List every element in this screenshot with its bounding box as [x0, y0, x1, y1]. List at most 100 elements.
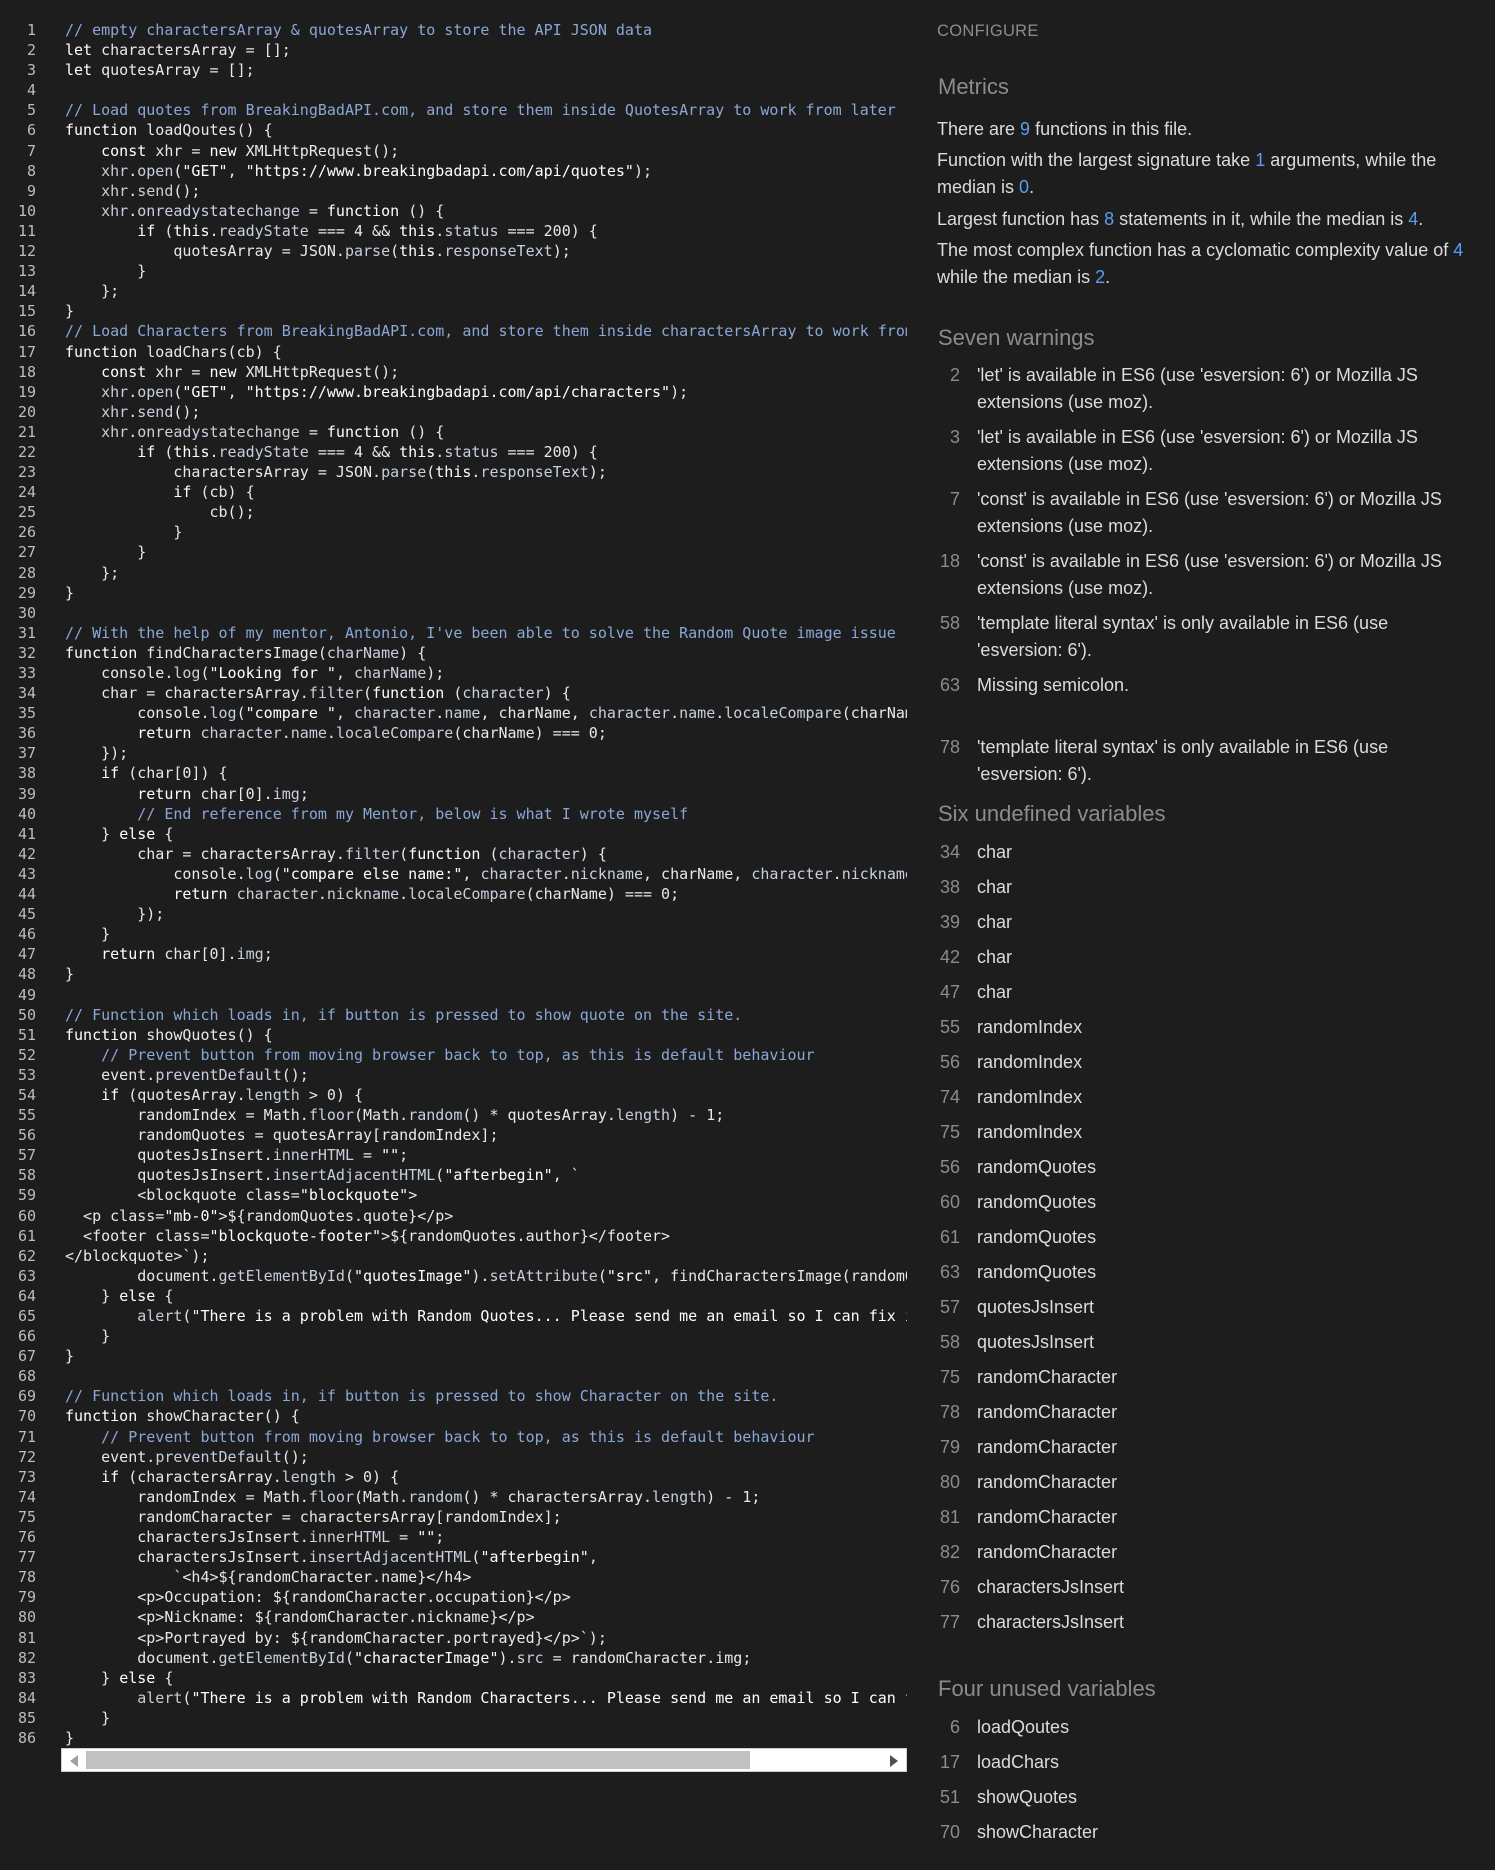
code-line[interactable]: } — [65, 1728, 907, 1748]
code-line[interactable]: } else { — [65, 1668, 907, 1688]
code-line[interactable]: function loadQoutes() { — [65, 120, 907, 140]
code-line[interactable]: </blockquote>`); — [65, 1246, 907, 1266]
row-line-number[interactable]: 3 — [937, 424, 960, 451]
code-line[interactable]: console.log("compare else name:", charac… — [65, 864, 907, 884]
code-line[interactable]: // Prevent button from moving browser ba… — [65, 1427, 907, 1447]
code-line[interactable]: xhr.open("GET", "https://www.breakingbad… — [65, 161, 907, 181]
code-line[interactable]: }; — [65, 563, 907, 583]
code-line[interactable]: cb(); — [65, 502, 907, 522]
row-line-number[interactable]: 47 — [937, 979, 960, 1006]
row-line-number[interactable]: 82 — [937, 1539, 960, 1566]
code-line[interactable]: randomIndex = Math.floor(Math.random() *… — [65, 1105, 907, 1125]
code-line[interactable]: return character.name.localeCompare(char… — [65, 723, 907, 743]
row-line-number[interactable]: 78 — [937, 734, 960, 761]
row-line-number[interactable]: 56 — [937, 1049, 960, 1076]
code-line[interactable]: } — [65, 542, 907, 562]
code-line[interactable]: console.log("compare ", character.name, … — [65, 703, 907, 723]
code-line[interactable]: charactersJsInsert.insertAdjacentHTML("a… — [65, 1547, 907, 1567]
code-line[interactable]: randomCharacter = charactersArray[random… — [65, 1507, 907, 1527]
code-editor[interactable]: 1 2 3 4 5 6 7 8 9 10 11 12 13 14 15 16 17 18 19 20 21 22 23 24 2… — [0, 20, 907, 1770]
row-line-number[interactable]: 63 — [937, 672, 960, 699]
code-line[interactable]: } — [65, 1326, 907, 1346]
code-line[interactable]: // empty charactersArray & quotesArray t… — [65, 20, 907, 40]
row-line-number[interactable]: 18 — [937, 548, 960, 575]
code-line[interactable]: }); — [65, 904, 907, 924]
code-line[interactable]: }; — [65, 281, 907, 301]
code-line[interactable]: event.preventDefault(); — [65, 1065, 907, 1085]
code-line[interactable]: function showQuotes() { — [65, 1025, 907, 1045]
row-line-number[interactable]: 7 — [937, 486, 960, 513]
code-line[interactable]: } — [65, 301, 907, 321]
code-line[interactable]: function loadChars(cb) { — [65, 342, 907, 362]
row-line-number[interactable]: 39 — [937, 909, 960, 936]
row-line-number[interactable]: 77 — [937, 1609, 960, 1636]
code-line[interactable]: // Load Characters from BreakingBadAPI.c… — [65, 321, 907, 341]
code-line[interactable]: } — [65, 583, 907, 603]
code-line[interactable]: char = charactersArray.filter(function (… — [65, 844, 907, 864]
code-line[interactable]: xhr.onreadystatechange = function () { — [65, 422, 907, 442]
code-line[interactable]: if (this.readyState === 4 && this.status… — [65, 221, 907, 241]
code-line[interactable]: // Prevent button from moving browser ba… — [65, 1045, 907, 1065]
configure-link[interactable]: CONFIGURE — [937, 22, 1039, 41]
code-line[interactable]: document.getElementById("characterImage"… — [65, 1648, 907, 1668]
code-line[interactable]: return character.nickname.localeCompare(… — [65, 884, 907, 904]
code-line[interactable]: quotesJsInsert.insertAdjacentHTML("after… — [65, 1165, 907, 1185]
row-line-number[interactable]: 61 — [937, 1224, 960, 1251]
code-line[interactable]: const xhr = new XMLHttpRequest(); — [65, 362, 907, 382]
code-line[interactable]: <p>Occupation: ${randomCharacter.occupat… — [65, 1587, 907, 1607]
row-line-number[interactable]: 63 — [937, 1259, 960, 1286]
row-line-number[interactable]: 81 — [937, 1504, 960, 1531]
code-line[interactable]: if (this.readyState === 4 && this.status… — [65, 442, 907, 462]
row-line-number[interactable]: 17 — [937, 1749, 960, 1776]
code-line[interactable]: // Function which loads in, if button is… — [65, 1005, 907, 1025]
row-line-number[interactable]: 60 — [937, 1189, 960, 1216]
row-line-number[interactable]: 2 — [937, 362, 960, 389]
row-line-number[interactable]: 58 — [937, 610, 960, 637]
code-line[interactable]: <p class="mb-0">${randomQuotes.quote}</p… — [65, 1206, 907, 1226]
code-line[interactable]: event.preventDefault(); — [65, 1447, 907, 1467]
row-line-number[interactable]: 51 — [937, 1784, 960, 1811]
code-line[interactable]: } else { — [65, 1286, 907, 1306]
code-line[interactable]: xhr.send(); — [65, 181, 907, 201]
code-line[interactable]: if (char[0]) { — [65, 763, 907, 783]
code-line[interactable]: // With the help of my mentor, Antonio, … — [65, 623, 907, 643]
scroll-right-arrow-icon[interactable] — [890, 1755, 898, 1767]
code-line[interactable]: } — [65, 261, 907, 281]
code-line[interactable]: console.log("Looking for ", charName); — [65, 663, 907, 683]
code-line[interactable]: const xhr = new XMLHttpRequest(); — [65, 141, 907, 161]
row-line-number[interactable]: 78 — [937, 1399, 960, 1426]
code-line[interactable]: <blockquote class="blockquote"> — [65, 1185, 907, 1205]
row-line-number[interactable]: 58 — [937, 1329, 960, 1356]
code-line[interactable]: quotesArray = JSON.parse(this.responseTe… — [65, 241, 907, 261]
code-line[interactable]: randomIndex = Math.floor(Math.random() *… — [65, 1487, 907, 1507]
scroll-left-arrow-icon[interactable] — [70, 1755, 78, 1767]
code-line[interactable]: document.getElementById("quotesImage").s… — [65, 1266, 907, 1286]
row-line-number[interactable]: 75 — [937, 1364, 960, 1391]
code-line[interactable]: randomQuotes = quotesArray[randomIndex]; — [65, 1125, 907, 1145]
code-line[interactable]: charactersArray = JSON.parse(this.respon… — [65, 462, 907, 482]
row-line-number[interactable]: 70 — [937, 1819, 960, 1846]
code-line[interactable]: char = charactersArray.filter(function (… — [65, 683, 907, 703]
code-line[interactable]: return char[0].img; — [65, 784, 907, 804]
row-line-number[interactable]: 75 — [937, 1119, 960, 1146]
code-line[interactable]: let charactersArray = []; — [65, 40, 907, 60]
scrollbar-thumb[interactable] — [86, 1751, 750, 1769]
code-line[interactable]: // Load quotes from BreakingBadAPI.com, … — [65, 100, 907, 120]
horizontal-scrollbar[interactable] — [61, 1748, 907, 1772]
code-line[interactable] — [65, 985, 907, 1005]
row-line-number[interactable]: 74 — [937, 1084, 960, 1111]
code-line[interactable]: if (charactersArray.length > 0) { — [65, 1467, 907, 1487]
code-line[interactable]: } else { — [65, 824, 907, 844]
code-line[interactable]: } — [65, 1346, 907, 1366]
row-line-number[interactable]: 42 — [937, 944, 960, 971]
code-line[interactable]: xhr.open("GET", "https://www.breakingbad… — [65, 382, 907, 402]
row-line-number[interactable]: 80 — [937, 1469, 960, 1496]
code-line[interactable]: return char[0].img; — [65, 944, 907, 964]
code-line[interactable]: let quotesArray = []; — [65, 60, 907, 80]
row-line-number[interactable]: 55 — [937, 1014, 960, 1041]
code-line[interactable]: // End reference from my Mentor, below i… — [65, 804, 907, 824]
code-line[interactable]: } — [65, 964, 907, 984]
code-line[interactable]: <footer class="blockquote-footer">${rand… — [65, 1226, 907, 1246]
code-line[interactable]: <p>Nickname: ${randomCharacter.nickname}… — [65, 1607, 907, 1627]
code-line[interactable]: function showCharacter() { — [65, 1406, 907, 1426]
